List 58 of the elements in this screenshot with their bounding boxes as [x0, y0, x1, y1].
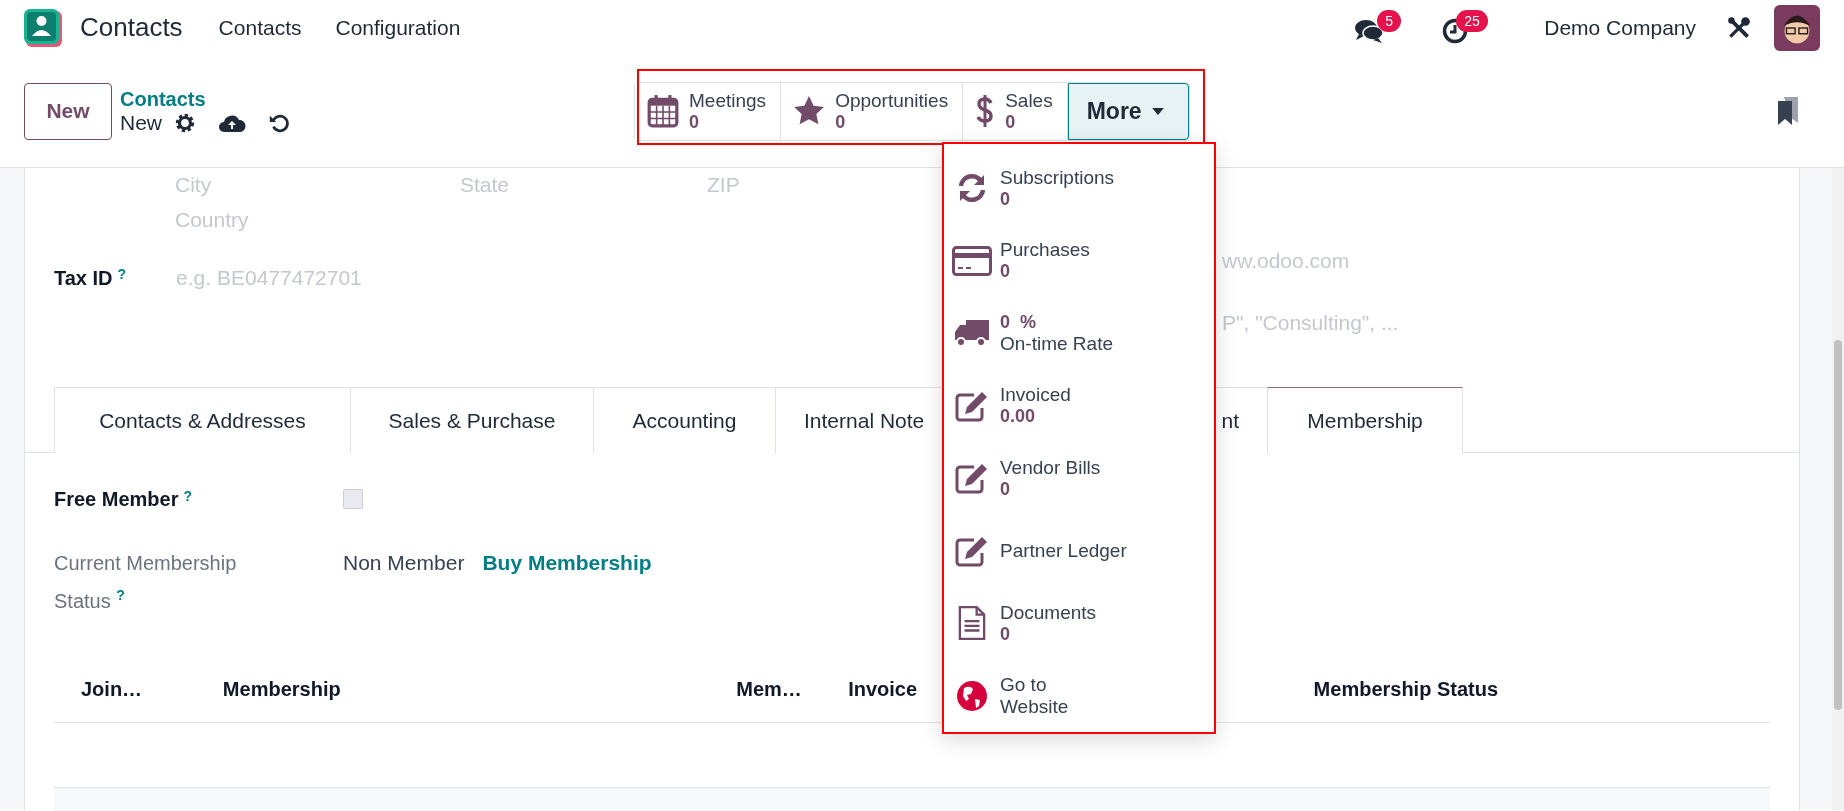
activities-button[interactable]: 25 [1440, 7, 1501, 48]
notification-badge: 25 [1456, 9, 1488, 32]
checkbox[interactable] [343, 489, 363, 509]
menu-item[interactable]: Go to Website [944, 659, 1214, 732]
buy-membership-button[interactable]: Buy Membership [482, 544, 652, 582]
tab[interactable]: Accounting [593, 387, 776, 453]
record-title: New [120, 110, 162, 135]
truck-icon [954, 319, 990, 348]
menu-item[interactable]: Partner Ledger [944, 514, 1214, 587]
edit-icon [954, 462, 990, 495]
notification-badge: 5 [1377, 9, 1402, 32]
address-field[interactable]: State [460, 173, 707, 197]
edit-icon [954, 389, 990, 422]
contacts-logo-icon[interactable] [24, 8, 62, 47]
tools-icon[interactable] [1726, 14, 1752, 41]
menu-item[interactable]: Purchases 0 [944, 224, 1214, 297]
document-icon [958, 605, 986, 642]
edit-icon [954, 534, 990, 567]
address-field[interactable]: City [175, 173, 460, 197]
breadcrumb-link[interactable]: Contacts [120, 87, 312, 111]
field-label: Current Membership Status $^{?}$ [54, 551, 238, 614]
help-tooltip[interactable]: ? [183, 487, 193, 504]
smart-button[interactable]: Meetings 0 [635, 82, 782, 140]
tax-id-field[interactable]: e.g. BE0477472701 [176, 266, 577, 290]
field-label: Tax ID [54, 266, 113, 290]
column-header[interactable]: Membership Status [1286, 677, 1770, 701]
menu-item[interactable]: Contacts [218, 15, 302, 40]
help-tooltip[interactable]: ? [117, 266, 127, 282]
text-field[interactable]: ww.odoo.com [1222, 249, 1582, 273]
company-switcher[interactable]: Demo Company [1544, 15, 1696, 40]
calendar-icon [647, 94, 679, 128]
field-value: Non Member [343, 550, 465, 576]
refresh-icon [957, 173, 987, 204]
menu-item[interactable]: Documents 0 [944, 587, 1214, 660]
app-title: Contacts [80, 12, 183, 43]
field-label: Free Member [54, 487, 179, 511]
column-header[interactable]: Join… [54, 677, 196, 701]
column-header[interactable]: Mem… [709, 677, 822, 701]
text-field[interactable]: P", "Consulting", ... [1222, 311, 1582, 335]
dollar-icon [975, 94, 996, 128]
tab[interactable]: Membership [1267, 387, 1463, 454]
tab[interactable]: Contacts & Addresses [54, 387, 351, 453]
menu-item[interactable]: Configuration [335, 15, 461, 40]
scrollbar[interactable] [1832, 168, 1844, 810]
globe-icon [956, 679, 988, 712]
column-header[interactable]: Membership [195, 677, 710, 701]
more-button[interactable]: More [1067, 82, 1189, 140]
user-avatar[interactable] [1774, 4, 1820, 51]
tab[interactable]: Sales & Purchase [350, 387, 594, 453]
scrollbar-thumb[interactable] [1834, 340, 1842, 710]
new-button[interactable]: New [24, 82, 112, 140]
menu-item[interactable]: 0 % On-time Rate [944, 297, 1214, 370]
country-field[interactable]: Country [175, 202, 475, 238]
settings-icon[interactable] [174, 111, 196, 134]
messages-button[interactable]: 5 [1354, 7, 1415, 48]
credit-card-icon [952, 245, 992, 276]
bookmarks-icon[interactable] [1776, 96, 1800, 126]
caret-icon [1151, 107, 1164, 115]
